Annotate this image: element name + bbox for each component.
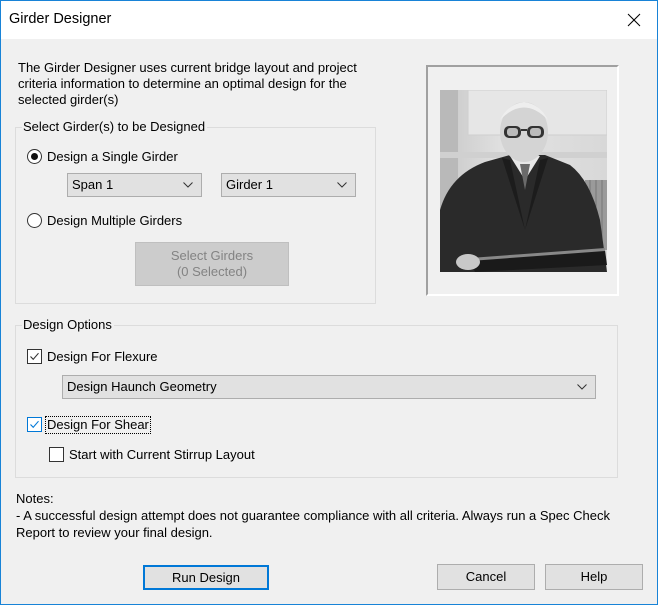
- start-with-current-stirrup-layout-checkbox[interactable]: [49, 447, 64, 462]
- design-single-girder-label[interactable]: Design a Single Girder: [47, 149, 178, 165]
- notes-section: Notes: - A successful design attempt doe…: [16, 490, 646, 541]
- span-combo-value: Span 1: [72, 177, 114, 192]
- design-single-girder-radio[interactable]: [27, 149, 42, 164]
- span-combo[interactable]: Span 1: [67, 173, 202, 197]
- design-multiple-girders-radio[interactable]: [27, 213, 42, 228]
- flexure-option-combo-value: Design Haunch Geometry: [67, 379, 217, 394]
- checkmark-icon: [30, 352, 39, 361]
- chevron-down-icon: [577, 384, 587, 390]
- cancel-button[interactable]: Cancel: [437, 564, 535, 590]
- help-button[interactable]: Help: [545, 564, 643, 590]
- notes-text: - A successful design attempt does not g…: [16, 508, 610, 540]
- notes-heading: Notes:: [16, 491, 54, 506]
- select-girders-legend: Select Girder(s) to be Designed: [22, 119, 208, 135]
- select-girders-button-line1: Select Girders: [170, 248, 254, 263]
- run-design-button[interactable]: Run Design: [143, 565, 269, 590]
- intro-text: The Girder Designer uses current bridge …: [18, 60, 357, 107]
- design-for-flexure-checkbox[interactable]: [27, 349, 42, 364]
- girder-combo-value: Girder 1: [226, 177, 273, 192]
- chevron-down-icon: [183, 182, 193, 188]
- checkmark-icon: [30, 420, 39, 429]
- flexure-option-combo[interactable]: Design Haunch Geometry: [62, 375, 596, 399]
- cancel-button-label: Cancel: [465, 569, 507, 584]
- chevron-down-icon: [337, 182, 347, 188]
- window-title: Girder Designer: [9, 11, 112, 27]
- portrait-photo: [440, 90, 607, 272]
- girder-designer-dialog: Girder Designer The Girder Designer uses…: [0, 0, 658, 605]
- design-for-shear-label[interactable]: Design For Shear: [45, 416, 151, 434]
- close-icon: [627, 13, 641, 27]
- close-button[interactable]: [611, 1, 657, 39]
- design-options-legend: Design Options: [22, 317, 114, 333]
- help-button-label: Help: [580, 569, 608, 584]
- portrait-image: [440, 90, 607, 272]
- picture-frame: [426, 65, 619, 296]
- girder-combo[interactable]: Girder 1: [221, 173, 356, 197]
- run-design-button-label: Run Design: [172, 569, 240, 585]
- start-with-current-stirrup-layout-label[interactable]: Start with Current Stirrup Layout: [69, 447, 255, 463]
- select-girders-button-line2: (0 Selected): [176, 264, 248, 279]
- title-bar: Girder Designer: [1, 1, 657, 39]
- select-girders-button[interactable]: Select Girders (0 Selected): [135, 242, 289, 286]
- design-for-shear-checkbox[interactable]: [27, 417, 42, 432]
- design-multiple-girders-label[interactable]: Design Multiple Girders: [47, 213, 182, 229]
- design-for-flexure-label[interactable]: Design For Flexure: [47, 349, 158, 365]
